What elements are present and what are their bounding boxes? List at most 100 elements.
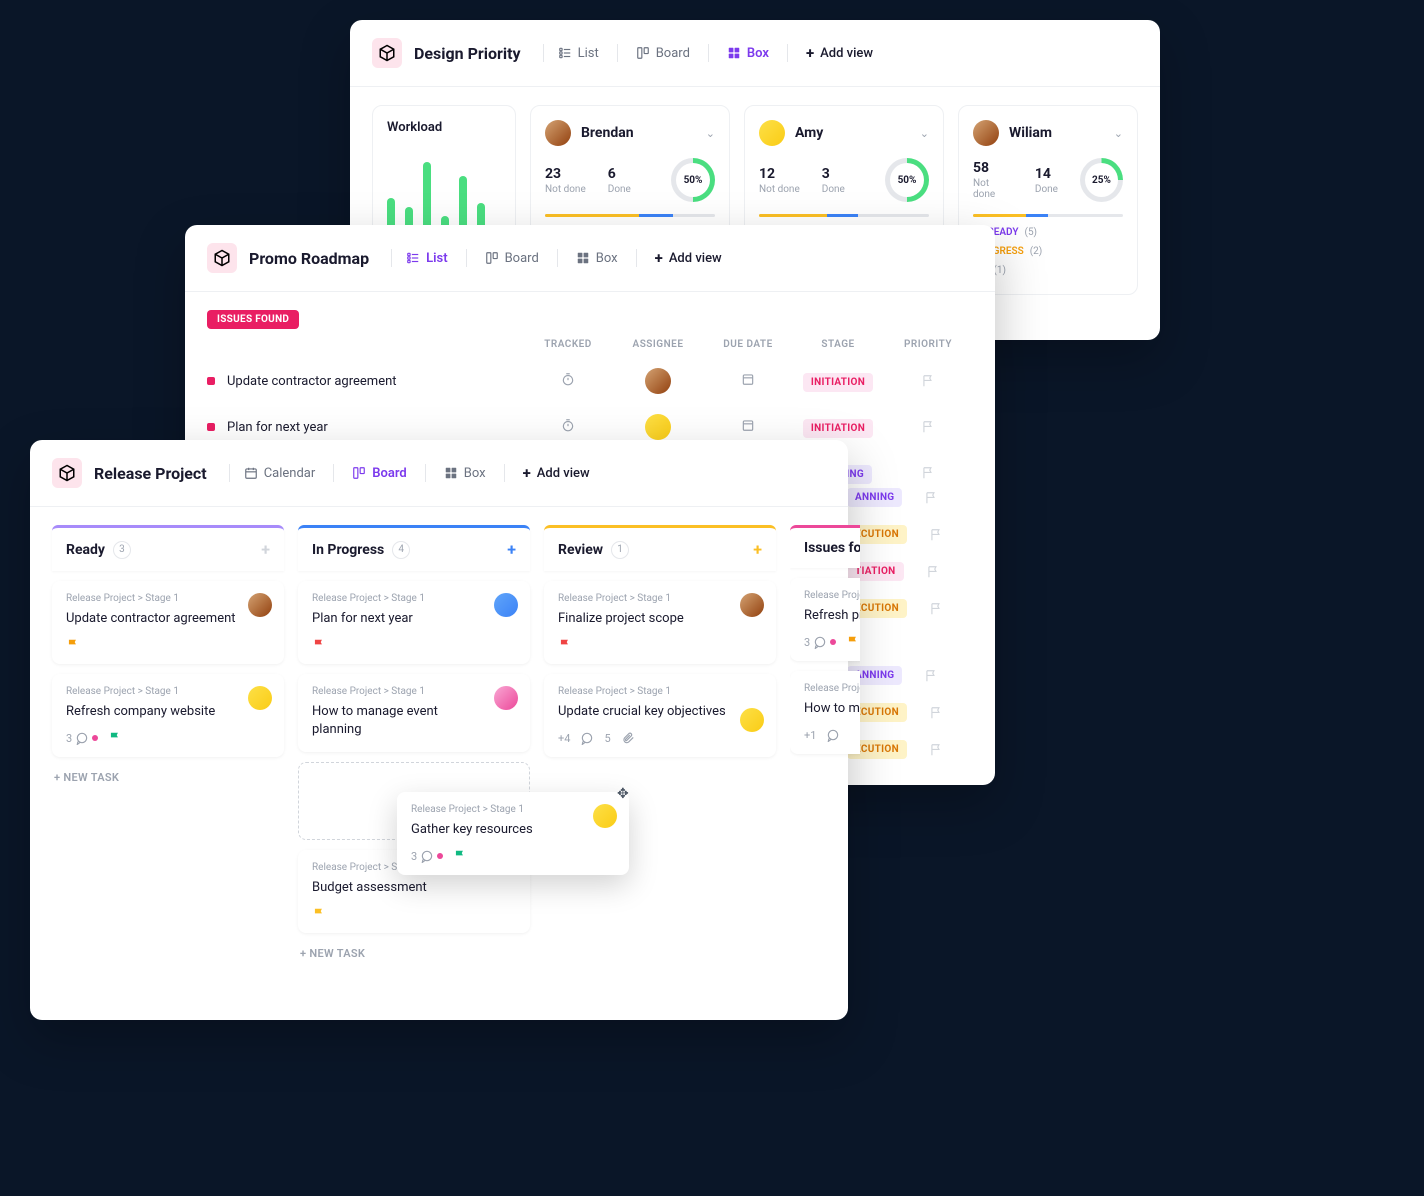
chevron-down-icon[interactable]: ⌄ xyxy=(920,127,929,140)
column-header[interactable]: In Progress 4 + xyxy=(298,525,530,571)
add-task-button[interactable]: + xyxy=(753,540,762,559)
add-view-button[interactable]: +Add view xyxy=(645,243,732,273)
panel-header: Release Project Calendar Board Box +Add … xyxy=(30,440,848,507)
add-view-button[interactable]: +Add view xyxy=(513,458,600,488)
date-icon[interactable] xyxy=(703,418,793,436)
table-row[interactable]: ANNING xyxy=(847,479,995,516)
subtask-icon xyxy=(580,731,594,745)
board-column-review: Review 1 + Release Project > Stage 1 Fin… xyxy=(544,525,776,767)
task-title: Refresh prom xyxy=(804,607,860,625)
flag-icon xyxy=(846,635,860,649)
flag-icon[interactable] xyxy=(929,602,943,616)
count-badge: 3 xyxy=(113,541,131,559)
breadcrumb: Release Project > Stage 1 xyxy=(558,686,762,697)
tab-calendar[interactable]: Calendar xyxy=(234,460,326,487)
flag-icon[interactable] xyxy=(929,706,943,720)
attachment-icon xyxy=(621,731,635,745)
flag-icon[interactable] xyxy=(926,565,940,579)
avatar[interactable] xyxy=(645,414,671,440)
table-row[interactable]: ECUTION xyxy=(847,590,995,627)
workload-title: Workload xyxy=(387,120,501,135)
task-title: How to manage event planning xyxy=(312,703,516,739)
tab-box[interactable]: Box xyxy=(566,245,628,272)
flag-icon[interactable] xyxy=(929,743,943,757)
timer-icon[interactable] xyxy=(523,418,613,436)
flag-icon[interactable] xyxy=(921,420,935,434)
subtasks-count: +1 xyxy=(804,729,816,742)
attachments-count: 5 xyxy=(604,732,610,745)
comments-count: 3 xyxy=(411,849,443,863)
add-task-button[interactable]: + xyxy=(507,540,516,559)
stage-pill: ANNING xyxy=(847,488,902,507)
avatar xyxy=(740,593,764,617)
move-cursor-icon: ✥ xyxy=(617,786,629,802)
plus-icon: + xyxy=(655,249,663,267)
progress-donut: 50% xyxy=(671,158,715,202)
col-priority: PRIORITY xyxy=(883,339,973,350)
breadcrumb: Release Project > Stage 1 xyxy=(312,686,516,697)
date-icon[interactable] xyxy=(703,372,793,390)
table-row[interactable]: ANNING xyxy=(847,657,995,694)
task-title: Update crucial key objectives xyxy=(558,703,762,721)
task-title: How to manage team xyxy=(804,700,860,718)
stage-pill: INITIATION xyxy=(803,373,873,392)
plus-icon: + xyxy=(806,44,814,62)
tab-list[interactable]: List xyxy=(396,245,457,272)
task-title: Refresh company website xyxy=(66,703,270,721)
tab-list[interactable]: List xyxy=(548,40,609,67)
flag-icon[interactable] xyxy=(921,466,935,480)
new-task-button[interactable]: + NEW TASK xyxy=(52,767,284,788)
task-card[interactable]: Release Project > Stage 1 Update crucial… xyxy=(544,674,776,757)
timer-icon[interactable] xyxy=(523,372,613,390)
comments-count: 3 xyxy=(66,731,98,745)
tab-board[interactable]: Board xyxy=(475,245,549,272)
task-card[interactable]: Release Project > Stage 1 Update contrac… xyxy=(52,581,284,664)
add-view-button[interactable]: +Add view xyxy=(796,38,883,68)
tab-board[interactable]: Board xyxy=(626,40,700,67)
task-card-dragging[interactable]: Release Project > Stage 1 Gather key res… xyxy=(397,792,629,875)
table-row[interactable]: ECUTION xyxy=(847,731,995,768)
avatar xyxy=(545,120,571,146)
progress-donut: 50% xyxy=(885,158,929,202)
status-bullet xyxy=(207,423,215,431)
status-bullet xyxy=(207,377,215,385)
flag-icon xyxy=(66,638,80,652)
breadcrumb: Release Project xyxy=(804,683,860,694)
task-title: Budget assessment xyxy=(312,879,516,897)
flag-icon[interactable] xyxy=(929,528,943,542)
table-row[interactable]: Update contractor agreement INITIATION xyxy=(185,358,995,404)
person-name: Amy xyxy=(795,125,823,141)
chevron-down-icon[interactable]: ⌄ xyxy=(706,127,715,140)
flag-icon xyxy=(312,907,326,921)
tab-board[interactable]: Board xyxy=(342,460,416,487)
cube-icon xyxy=(372,38,402,68)
task-card[interactable]: Release Project > Stage 1 Finalize proje… xyxy=(544,581,776,664)
flag-icon xyxy=(453,849,467,863)
column-header[interactable]: Review 1 + xyxy=(544,525,776,571)
task-title: Update contractor agreement xyxy=(227,374,523,389)
table-row[interactable]: ECUTION xyxy=(847,694,995,731)
tab-box[interactable]: Box xyxy=(717,40,779,67)
cube-icon xyxy=(207,243,237,273)
flag-icon[interactable] xyxy=(921,374,935,388)
task-card[interactable]: Release Project How to manage team +1 xyxy=(790,671,860,754)
tab-box[interactable]: Box xyxy=(434,460,496,487)
new-task-button[interactable]: + NEW TASK xyxy=(298,943,530,964)
task-card[interactable]: Release Project > Stage 1 How to manage … xyxy=(298,674,530,751)
panel-header: Promo Roadmap List Board Box +Add view xyxy=(185,225,995,292)
task-card[interactable]: Release Project > Stage 1 Refresh compan… xyxy=(52,674,284,757)
flag-icon xyxy=(558,638,572,652)
task-card[interactable]: Release Project Refresh prom 3 xyxy=(790,578,860,661)
table-row[interactable]: ECUTION xyxy=(847,516,995,553)
flag-icon[interactable] xyxy=(924,669,938,683)
breadcrumb: Release Project > Stage 1 xyxy=(411,804,615,815)
avatar[interactable] xyxy=(645,368,671,394)
column-header[interactable]: Ready 3 + xyxy=(52,525,284,571)
chevron-down-icon[interactable]: ⌄ xyxy=(1114,127,1123,140)
add-task-button[interactable]: + xyxy=(261,540,270,559)
board-column-in-progress: In Progress 4 + Release Project > Stage … xyxy=(298,525,530,964)
column-header[interactable]: Issues found xyxy=(790,525,860,568)
table-row[interactable]: TIATION xyxy=(847,553,995,590)
task-card[interactable]: Release Project > Stage 1 Plan for next … xyxy=(298,581,530,664)
flag-icon[interactable] xyxy=(924,491,938,505)
